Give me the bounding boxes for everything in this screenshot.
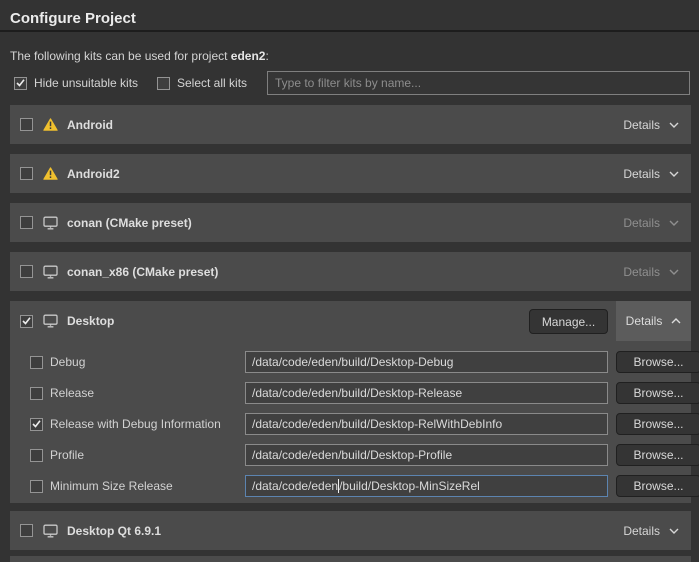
chevron-down-icon xyxy=(669,122,679,128)
details-label: Details xyxy=(623,167,660,181)
kit-checkbox-android[interactable] xyxy=(20,118,33,131)
build-dir-input-profile[interactable]: /data/code/eden/build/Desktop-Profile xyxy=(245,444,608,466)
kit-checkbox-android2[interactable] xyxy=(20,167,33,180)
kits-intro-prefix: The following kits can be used for proje… xyxy=(10,49,231,63)
warning-icon xyxy=(42,118,58,131)
kit-checkbox-desktop[interactable] xyxy=(20,315,33,328)
kit-row-conan-cmake-preset: conan (CMake preset) Details xyxy=(10,203,691,242)
kit-row-partial xyxy=(10,556,691,562)
chevron-down-icon xyxy=(669,220,679,226)
path-text-before-caret: /data/code/eden xyxy=(252,479,338,493)
build-config-row-release: Release/data/code/eden/build/Desktop-Rel… xyxy=(20,382,691,404)
kit-name: Android xyxy=(67,118,113,132)
build-config-label: Release with Debug Information xyxy=(50,417,221,431)
kit-row-conan-x86-cmake-preset: conan_x86 (CMake preset) Details xyxy=(10,252,691,291)
details-label: Details xyxy=(623,216,660,230)
build-config-row-debug: Debug/data/code/eden/build/Desktop-Debug… xyxy=(20,351,691,373)
details-button-android2[interactable]: Details xyxy=(623,167,679,181)
build-config-checkbox-profile[interactable] xyxy=(30,449,43,462)
details-label: Details xyxy=(623,524,660,538)
title-separator xyxy=(0,30,699,32)
kit-name: Android2 xyxy=(67,167,120,181)
browse-button-profile[interactable]: Browse... xyxy=(616,444,699,466)
hide-unsuitable-kits-label: Hide unsuitable kits xyxy=(34,76,138,90)
browse-button-minimum-size-release[interactable]: Browse... xyxy=(616,475,699,497)
build-config-checkbox-release-with-debug-information[interactable] xyxy=(30,418,43,431)
path-text: /data/code/eden/build/Desktop-Debug xyxy=(252,355,453,369)
desktop-icon xyxy=(42,524,58,538)
browse-button-release-with-debug-information[interactable]: Browse... xyxy=(616,413,699,435)
kits-intro-text: The following kits can be used for proje… xyxy=(10,49,269,63)
kit-row-android2: Android2 Details xyxy=(10,154,691,193)
desktop-icon xyxy=(42,216,58,230)
build-config-label: Minimum Size Release xyxy=(50,479,173,493)
chevron-down-icon xyxy=(669,269,679,275)
kit-name: Desktop xyxy=(67,314,114,328)
build-config-checkbox-release[interactable] xyxy=(30,387,43,400)
hide-unsuitable-kits-checkbox[interactable] xyxy=(14,77,27,90)
page-title: Configure Project xyxy=(10,10,136,27)
kit-list: AndroidDetailsAndroid2Detailsconan (CMak… xyxy=(10,105,691,562)
chevron-down-icon xyxy=(669,528,679,534)
chevron-up-icon xyxy=(671,318,681,324)
kit-row-android: Android Details xyxy=(10,105,691,144)
desktop-icon xyxy=(42,314,58,328)
build-config-checkbox-debug[interactable] xyxy=(30,356,43,369)
build-config-row-release-with-debug-information: Release with Debug Information/data/code… xyxy=(20,413,691,435)
kits-intro-suffix: : xyxy=(265,49,268,63)
build-dir-input-debug[interactable]: /data/code/eden/build/Desktop-Debug xyxy=(245,351,608,373)
kit-row-desktop-qt-6-9-1: Desktop Qt 6.9.1 Details xyxy=(10,511,691,550)
build-config-left: Debug xyxy=(30,351,85,373)
build-config-row-profile: Profile/data/code/eden/build/Desktop-Pro… xyxy=(20,444,691,466)
select-all-kits-group: Select all kits xyxy=(157,71,247,95)
check-mark-icon xyxy=(16,79,25,87)
check-mark-icon xyxy=(22,317,31,325)
kit-panel-desktop: Desktop Manage... Details Debug/data/code/e… xyxy=(10,301,691,503)
select-all-kits-label: Select all kits xyxy=(177,76,247,90)
warning-icon xyxy=(42,167,58,180)
kit-checkbox-conan-cmake-preset[interactable] xyxy=(20,216,33,229)
build-config-left: Release with Debug Information xyxy=(30,413,221,435)
path-text-after-caret: /build/Desktop-MinSizeRel xyxy=(339,479,480,493)
build-dir-input-release-with-debug-information[interactable]: /data/code/eden/build/Desktop-RelWithDeb… xyxy=(245,413,608,435)
project-name: eden2 xyxy=(231,49,266,63)
build-config-left: Release xyxy=(30,382,94,404)
hide-unsuitable-kits-group: Hide unsuitable kits xyxy=(14,71,138,95)
build-config-checkbox-minimum-size-release[interactable] xyxy=(30,480,43,493)
build-dir-input-minimum-size-release[interactable]: /data/code/eden/build/Desktop-MinSizeRel xyxy=(245,475,608,497)
kit-checkbox-conan-x86-cmake-preset[interactable] xyxy=(20,265,33,278)
details-button-android[interactable]: Details xyxy=(623,118,679,132)
build-config-row-minimum-size-release: Minimum Size Release/data/code/eden/buil… xyxy=(20,475,691,497)
build-config-left: Profile xyxy=(30,444,84,466)
details-label: Details xyxy=(623,265,660,279)
browse-button-debug[interactable]: Browse... xyxy=(616,351,699,373)
desktop-icon xyxy=(42,265,58,279)
details-button-desktop[interactable]: Details xyxy=(616,301,691,341)
build-config-label: Release xyxy=(50,386,94,400)
check-mark-icon xyxy=(32,420,41,428)
build-dir-input-release[interactable]: /data/code/eden/build/Desktop-Release xyxy=(245,382,608,404)
details-label: Details xyxy=(626,314,663,328)
build-config-left: Minimum Size Release xyxy=(30,475,173,497)
browse-button-release[interactable]: Browse... xyxy=(616,382,699,404)
kit-row-desktop: Desktop Manage... Details xyxy=(10,301,691,341)
kit-filter-input[interactable] xyxy=(267,71,690,95)
select-all-kits-checkbox[interactable] xyxy=(157,77,170,90)
manage-button[interactable]: Manage... xyxy=(529,309,608,334)
kit-name: Desktop Qt 6.9.1 xyxy=(67,524,161,538)
details-button-conan-cmake-preset[interactable]: Details xyxy=(623,216,679,230)
path-text: /data/code/eden/build/Desktop-Release xyxy=(252,386,462,400)
details-button-conan-x86-cmake-preset[interactable]: Details xyxy=(623,265,679,279)
chevron-down-icon xyxy=(669,171,679,177)
path-text: /data/code/eden/build/Desktop-Profile xyxy=(252,448,452,462)
path-text: /data/code/eden/build/Desktop-RelWithDeb… xyxy=(252,417,502,431)
kit-checkbox-desktop-qt-6-9-1[interactable] xyxy=(20,524,33,537)
details-label: Details xyxy=(623,118,660,132)
kit-name: conan (CMake preset) xyxy=(67,216,192,230)
build-config-label: Debug xyxy=(50,355,85,369)
build-config-label: Profile xyxy=(50,448,84,462)
configure-project-page: { "page": { "title": "Configure Project"… xyxy=(0,0,699,562)
details-button-desktop-qt-6-9-1[interactable]: Details xyxy=(623,524,679,538)
kit-name: conan_x86 (CMake preset) xyxy=(67,265,218,279)
